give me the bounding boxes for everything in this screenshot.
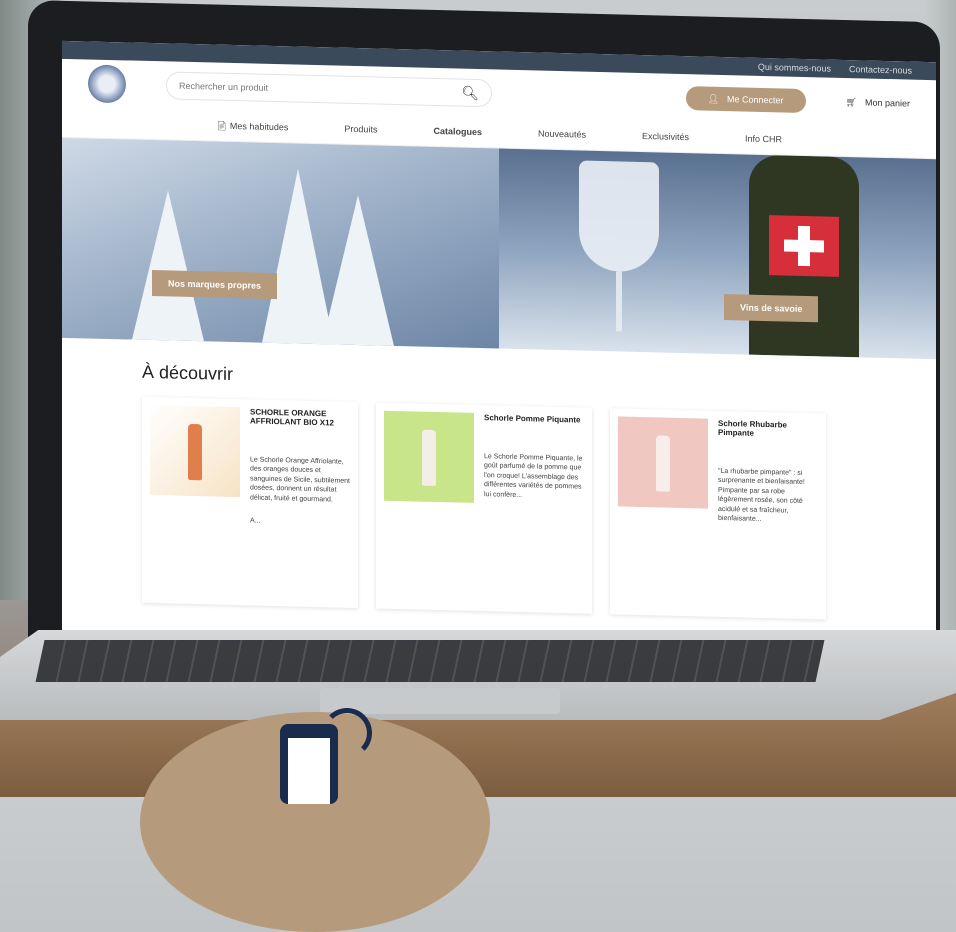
savoy-wines-button[interactable]: Vins de savoie (724, 294, 819, 323)
bottle-image (422, 429, 436, 486)
product-more[interactable]: A... (250, 517, 350, 529)
website-screen: Qui sommes-nous Contactez-nous Recherche… (62, 40, 936, 653)
product-card[interactable]: SCHORLE ORANGE AFFRIOLANT BIO X12 Le Sch… (142, 396, 358, 609)
phone-screen (288, 738, 330, 804)
product-card[interactable]: Schorle Rhubarbe Pimpante "La rhubarbe p… (610, 408, 826, 620)
nav-exclusives[interactable]: Exclusivités (642, 131, 689, 142)
product-cards: SCHORLE ORANGE AFFRIOLANT BIO X12 Le Sch… (142, 396, 856, 620)
product-card[interactable]: Schorle Pomme Piquante Le Schorle Pomme … (376, 402, 592, 614)
product-title[interactable]: SCHORLE ORANGE AFFRIOLANT BIO X12 (250, 407, 350, 427)
search-placeholder: Rechercher un produit (179, 80, 269, 93)
product-title[interactable]: Schorle Rhubarbe Pimpante (718, 419, 818, 439)
cart-link[interactable]: 🛒︎ Mon panier (846, 96, 910, 109)
savoy-flag-icon (769, 215, 839, 277)
keyboard (35, 640, 825, 682)
hero-banner: Nos marques propres Vins de savoie (62, 137, 936, 360)
signal-waves-icon (322, 708, 372, 758)
product-image[interactable] (384, 410, 474, 503)
nav-new[interactable]: Nouveautés (538, 128, 586, 139)
bottle-image (656, 435, 670, 492)
search-input[interactable]: Rechercher un produit 🔍︎ (166, 71, 492, 108)
site-logo[interactable] (88, 64, 126, 104)
cart-icon: 🛒︎ (845, 96, 857, 107)
product-image[interactable] (618, 416, 708, 509)
product-description: Le Schorle Orange Affriolante, des orang… (250, 456, 351, 504)
bottle-image (188, 423, 202, 481)
hero-right-wine-image: Vins de savoie (499, 148, 936, 360)
link-about[interactable]: Qui sommes-nous (758, 62, 831, 74)
wine-glass (579, 160, 659, 273)
connect-label: Me Connecter (727, 94, 784, 106)
discover-title: À découvrir (142, 361, 234, 385)
connect-button[interactable]: 👤︎ Me Connecter (685, 86, 806, 114)
search-icon[interactable]: 🔍︎ (461, 84, 479, 101)
product-description: Le Schorle Pomme Piquante, le goût parfu… (484, 453, 583, 499)
link-contact[interactable]: Contactez-nous (849, 64, 912, 76)
user-icon: 👤︎ (707, 93, 719, 104)
snow-tree (322, 194, 394, 346)
hero-left-snow-image: Nos marques propres (62, 137, 499, 349)
product-title[interactable]: Schorle Pomme Piquante (484, 413, 584, 424)
wine-glass-stem (616, 271, 622, 332)
nav-catalogs[interactable]: Catalogues (433, 126, 482, 137)
nav-habits[interactable]: 📄︎ Mes habitudes (216, 120, 288, 133)
snow-tree (132, 189, 204, 342)
document-icon: 📄︎ (215, 120, 230, 131)
nav-info-chr[interactable]: Info CHR (745, 134, 782, 145)
product-description: "La rhubarbe pimpante" : si surprenante … (718, 467, 805, 524)
product-image[interactable] (150, 404, 240, 498)
own-brands-button[interactable]: Nos marques propres (152, 270, 278, 300)
nav-products[interactable]: Produits (344, 124, 377, 135)
cart-label: Mon panier (864, 97, 910, 109)
laptop-lid: Qui sommes-nous Contactez-nous Recherche… (28, 0, 940, 673)
discover-section: À découvrir SCHORLE ORANGE AFFRIOLANT BI… (62, 338, 936, 644)
